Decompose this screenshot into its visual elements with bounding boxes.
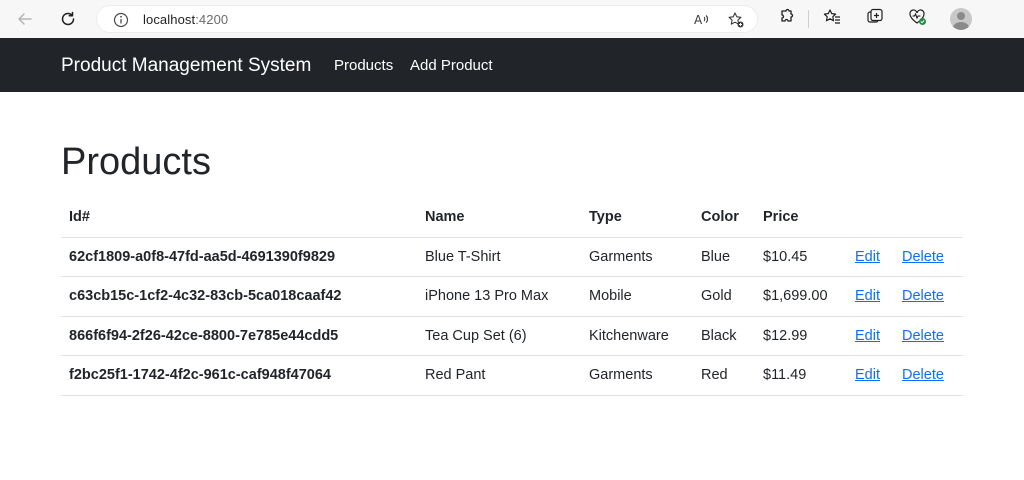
products-table: Id# Name Type Color Price 62cf1809-a0f8-… <box>61 198 963 396</box>
read-aloud-icon[interactable]: A <box>693 11 711 34</box>
avatar[interactable] <box>950 8 972 30</box>
nav-link-add-product[interactable]: Add Product <box>410 57 493 74</box>
cell-delete: Delete <box>894 276 963 317</box>
cell-type: Kitchenware <box>581 316 693 356</box>
cell-delete: Delete <box>894 355 963 396</box>
cell-price: $11.49 <box>755 355 847 396</box>
collections-icon[interactable] <box>865 7 885 32</box>
table-row: f2bc25f1-1742-4f2c-961c-caf948f47064 Red… <box>61 355 963 396</box>
delete-link[interactable]: Delete <box>902 328 944 344</box>
nav-link-products[interactable]: Products <box>334 57 393 74</box>
cell-name: Tea Cup Set (6) <box>417 316 581 356</box>
cell-id: c63cb15c-1cf2-4c32-83cb-5ca018caaf42 <box>61 276 417 317</box>
delete-link[interactable]: Delete <box>902 249 944 265</box>
cell-delete: Delete <box>894 316 963 356</box>
edit-link[interactable]: Edit <box>855 328 880 344</box>
header-delete <box>894 198 963 238</box>
header-price: Price <box>755 198 847 238</box>
svg-text:A: A <box>694 13 703 27</box>
cell-id: 866f6f94-2f26-42ce-8800-7e785e44cdd5 <box>61 316 417 356</box>
header-type: Type <box>581 198 693 238</box>
cell-type: Garments <box>581 355 693 396</box>
page-title: Products <box>61 141 211 183</box>
header-name: Name <box>417 198 581 238</box>
table-header-row: Id# Name Type Color Price <box>61 198 963 238</box>
cell-edit: Edit <box>847 276 894 317</box>
edit-link[interactable]: Edit <box>855 367 880 383</box>
cell-id: f2bc25f1-1742-4f2c-961c-caf948f47064 <box>61 355 417 396</box>
favorites-icon[interactable] <box>822 7 842 32</box>
cell-name: Blue T-Shirt <box>417 237 581 277</box>
cell-id: 62cf1809-a0f8-47fd-aa5d-4691390f9829 <box>61 237 417 277</box>
delete-link[interactable]: Delete <box>902 288 944 304</box>
cell-delete: Delete <box>894 237 963 277</box>
cell-price: $12.99 <box>755 316 847 356</box>
cell-color: Black <box>693 316 755 356</box>
cell-edit: Edit <box>847 237 894 277</box>
info-icon[interactable] <box>113 12 129 33</box>
browser-essentials-icon[interactable] <box>907 7 929 32</box>
back-arrow-icon[interactable] <box>12 6 38 32</box>
address-bar[interactable]: localhost:4200 A <box>96 5 758 33</box>
edit-link[interactable]: Edit <box>855 288 880 304</box>
table-row: 866f6f94-2f26-42ce-8800-7e785e44cdd5 Tea… <box>61 316 963 356</box>
header-edit <box>847 198 894 238</box>
cell-color: Blue <box>693 237 755 277</box>
navbar-brand[interactable]: Product Management System <box>61 55 311 77</box>
cell-name: iPhone 13 Pro Max <box>417 276 581 317</box>
cell-edit: Edit <box>847 316 894 356</box>
cell-color: Red <box>693 355 755 396</box>
extensions-icon[interactable] <box>776 7 796 32</box>
cell-price: $10.45 <box>755 237 847 277</box>
cell-price: $1,699.00 <box>755 276 847 317</box>
browser-toolbar: localhost:4200 A <box>0 0 1024 38</box>
table-row: 62cf1809-a0f8-47fd-aa5d-4691390f9829 Blu… <box>61 237 963 277</box>
delete-link[interactable]: Delete <box>902 367 944 383</box>
header-color: Color <box>693 198 755 238</box>
table-row: c63cb15c-1cf2-4c32-83cb-5ca018caaf42 iPh… <box>61 276 963 317</box>
cell-name: Red Pant <box>417 355 581 396</box>
header-id: Id# <box>61 198 417 238</box>
cell-type: Garments <box>581 237 693 277</box>
edit-link[interactable]: Edit <box>855 249 880 265</box>
refresh-icon[interactable] <box>55 6 81 32</box>
add-favorite-icon[interactable] <box>727 11 745 34</box>
cell-color: Gold <box>693 276 755 317</box>
cell-type: Mobile <box>581 276 693 317</box>
url-port: :4200 <box>195 12 229 27</box>
toolbar-divider <box>808 10 809 28</box>
url-text: localhost:4200 <box>143 12 228 27</box>
app-navbar: Product Management System Products Add P… <box>0 38 1024 92</box>
url-host: localhost <box>143 12 196 27</box>
cell-edit: Edit <box>847 355 894 396</box>
